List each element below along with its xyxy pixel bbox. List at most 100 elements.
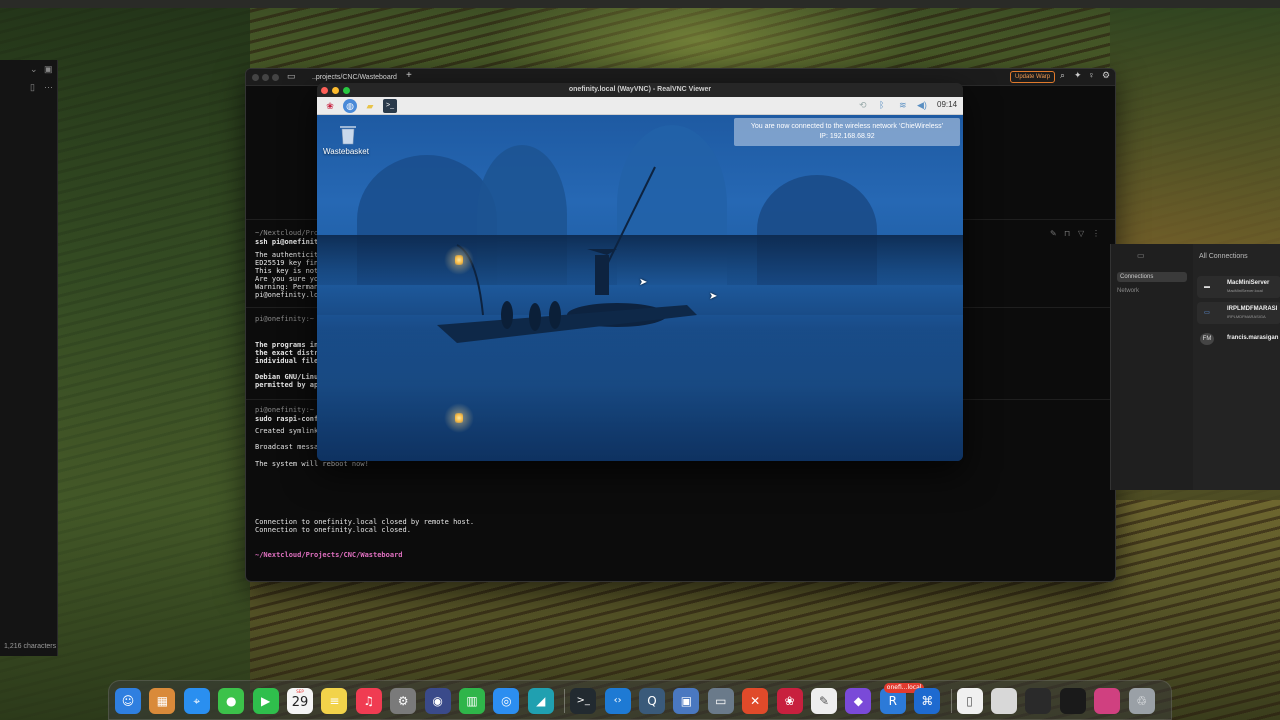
- remote-desktop-icon[interactable]: ⌘: [914, 688, 941, 714]
- lightbulb-icon[interactable]: ♀: [1088, 70, 1095, 80]
- connection-item[interactable]: FM francis.marasigan: [1197, 328, 1280, 350]
- sync-icon[interactable]: ⟲: [859, 100, 867, 111]
- update-warp-button[interactable]: Update Warp: [1010, 71, 1056, 83]
- monitor-icon: ▬: [1204, 284, 1210, 290]
- chevron-down-icon[interactable]: ⌄: [30, 64, 38, 75]
- terminal-line: Warning: Perman: [255, 283, 319, 291]
- close-button[interactable]: [252, 74, 259, 81]
- wifi-notification[interactable]: You are now connected to the wireless ne…: [734, 118, 960, 146]
- quicktime-icon[interactable]: Q: [639, 688, 665, 714]
- trash-icon[interactable]: [338, 123, 358, 145]
- sidebar-item-connections[interactable]: Connections: [1117, 272, 1187, 282]
- launchpad-icon[interactable]: ▦: [149, 688, 176, 714]
- finder-icon[interactable]: ☺: [115, 688, 141, 714]
- dock-separator: [950, 689, 952, 713]
- filter-icon[interactable]: ▽: [1078, 229, 1084, 238]
- bluetooth-icon[interactable]: ᛒ: [879, 100, 884, 110]
- edit-icon[interactable]: ✎: [1050, 229, 1057, 238]
- bookmark-icon[interactable]: ⊓: [1064, 229, 1070, 238]
- zoom-button[interactable]: [272, 74, 279, 81]
- terminal-icon[interactable]: >_: [383, 99, 397, 113]
- cursor-icon: ➤: [709, 291, 718, 302]
- trash-icon[interactable]: ♲: [1128, 688, 1155, 714]
- connection-name: MacMiniServer: [1227, 280, 1270, 286]
- dock: ☺ ▦ ⌖ ● ▶ SEP 29 ≡ ♫ ⚙ ◉ ▥ ◎ ◢ >_ ‹› Q ▣ ▭ ✕ ❀ ✎ ◆ Ronefi...loc…: [108, 680, 1172, 720]
- textedit-icon[interactable]: ✎: [811, 688, 837, 714]
- connections-window[interactable]: ▭ Connections Network All Connections ▬ …: [1110, 244, 1280, 490]
- notification-ip: IP: 192.168.68.92: [819, 133, 875, 140]
- window-thumb-icon[interactable]: [991, 688, 1017, 714]
- new-tab-button[interactable]: +: [406, 70, 412, 81]
- connection-item[interactable]: ▭ IRPLMDFMARASI IRPLMDFMARASIGA: [1197, 302, 1280, 324]
- vscode-icon[interactable]: ‹›: [604, 688, 631, 714]
- connections-sidebar: ▭ Connections Network: [1111, 244, 1193, 490]
- more-icon[interactable]: ⋯: [44, 82, 53, 93]
- calendar-day: 29: [291, 695, 309, 710]
- copilot-icon[interactable]: ◢: [527, 688, 554, 714]
- folder-icon[interactable]: ▰: [363, 99, 377, 113]
- document-icon[interactable]: ▯: [956, 688, 983, 714]
- calendar-icon[interactable]: SEP 29: [287, 688, 313, 714]
- clock[interactable]: 09:14: [937, 100, 957, 109]
- character-count: 1,216 characters: [4, 643, 57, 650]
- realvnc-viewer-window[interactable]: onefinity.local (WayVNC) - RealVNC Viewe…: [317, 83, 963, 461]
- menu-bar: [0, 0, 1280, 8]
- davinci-resolve-icon[interactable]: ◉: [424, 688, 451, 714]
- connection-item[interactable]: ▬ MacMiniServer MacMiniServer.local: [1197, 276, 1280, 298]
- left-sidebar-window: ⌄ ▣ ▯ ⋯: [0, 60, 58, 656]
- settings-icon[interactable]: ⚙: [1102, 70, 1110, 81]
- minimize-button[interactable]: [262, 74, 269, 81]
- book-icon[interactable]: ▯: [30, 82, 35, 93]
- window-thumb-icon-3[interactable]: [1059, 688, 1086, 714]
- messages-icon[interactable]: ●: [218, 688, 245, 714]
- tabs-icon[interactable]: ▭: [287, 71, 296, 82]
- wifi-icon[interactable]: ≋: [899, 100, 907, 111]
- dock-separator: [564, 689, 566, 713]
- volume-icon[interactable]: ◀): [917, 100, 927, 111]
- terminal-line: ssh pi@onefinity: [255, 238, 323, 246]
- sidebar-toggle-icon[interactable]: ▭: [1137, 251, 1145, 260]
- search-icon[interactable]: ⌕: [1060, 70, 1065, 81]
- signal-icon[interactable]: ◎: [493, 688, 520, 714]
- terminal-line: The system will reboot now!: [255, 460, 369, 468]
- sidebar-item-network[interactable]: Network: [1117, 288, 1139, 294]
- music-icon[interactable]: ♫: [355, 688, 382, 714]
- reeder-icon[interactable]: ✕: [742, 688, 769, 714]
- lantern: [455, 255, 463, 265]
- browser-icon[interactable]: ◍: [343, 99, 357, 113]
- terminal-prompt[interactable]: ~/Nextcloud/Projects/CNC/Wasteboard: [255, 551, 403, 559]
- pi-desktop[interactable]: Wastebasket You are now connected to the…: [317, 115, 963, 461]
- pin-icon[interactable]: ✦: [1074, 70, 1082, 81]
- window-thumb-icon-2[interactable]: [1025, 688, 1052, 714]
- close-button[interactable]: [321, 87, 328, 94]
- pi-taskbar: ❀ ◍ ▰ >_ ⟲ ᛒ ≋ ◀) 09:14: [317, 97, 963, 115]
- terminal-line: The authenticity: [255, 251, 323, 259]
- safari-icon[interactable]: ⌖: [183, 688, 210, 714]
- obsidian-icon[interactable]: ◆: [845, 688, 872, 714]
- terminal-line: individual files: [255, 357, 323, 365]
- window-thumb-icon-4[interactable]: [1094, 688, 1121, 714]
- raspberry-pi-imager-icon[interactable]: ❀: [776, 688, 803, 714]
- minimize-button[interactable]: [332, 87, 339, 94]
- terminal-icon[interactable]: >_: [570, 688, 597, 714]
- facetime-icon[interactable]: ▶: [252, 688, 279, 714]
- terminal-line: Created symlink: [255, 427, 323, 435]
- zoom-button[interactable]: [343, 87, 350, 94]
- notification-text: You are now connected to the wireless ne…: [750, 123, 944, 130]
- preview-icon[interactable]: ▣: [673, 688, 700, 714]
- realvnc-icon[interactable]: Ronefi...local: [879, 683, 925, 714]
- more-icon[interactable]: ⋮: [1092, 229, 1100, 238]
- numbers-icon[interactable]: ▥: [459, 688, 485, 714]
- terminal-line: the exact distri: [255, 349, 323, 357]
- laptop-icon: ▭: [1204, 310, 1210, 316]
- sidebar-toggle-icon[interactable]: ▣: [44, 64, 53, 75]
- disk-utility-icon[interactable]: ▭: [707, 688, 734, 714]
- raspberry-menu-icon[interactable]: ❀: [323, 99, 337, 113]
- terminal-line: sudo raspi-conf: [255, 415, 319, 423]
- notes-icon[interactable]: ≡: [321, 688, 348, 714]
- terminal-line: This key is not: [255, 267, 323, 275]
- vnc-title-bar[interactable]: onefinity.local (WayVNC) - RealVNC Viewe…: [317, 83, 963, 97]
- wastebasket-label[interactable]: Wastebasket: [323, 147, 369, 156]
- system-settings-icon[interactable]: ⚙: [390, 688, 417, 714]
- terminal-line: Are you sure you: [255, 275, 323, 283]
